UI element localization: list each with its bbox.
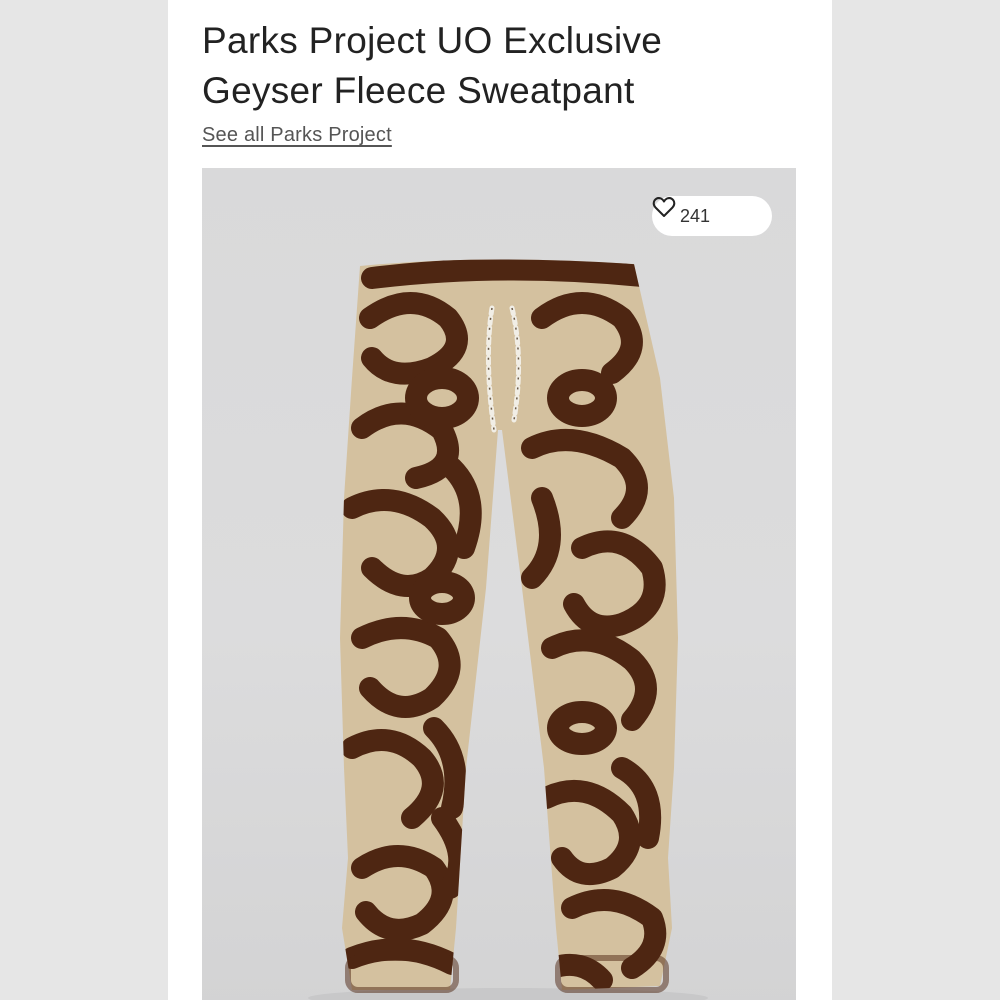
see-all-brand-link[interactable]: See all Parks Project [202,124,392,147]
heart-outline-icon [652,197,744,227]
product-page: Parks Project UO Exclusive Geyser Fleece… [168,0,832,1000]
product-title-line-1: Parks Project UO Exclusive [202,20,663,61]
right-margin [832,0,1000,1000]
sweatpant-photo [308,259,708,1000]
product-image[interactable]: 241 [202,168,796,1000]
left-margin [0,0,168,1000]
like-button[interactable]: 241 [652,196,772,236]
product-title-line-2: Geyser Fleece Sweatpant [202,70,635,111]
product-title: Parks Project UO Exclusive Geyser Fleece… [202,16,802,116]
like-count: 241 [679,205,711,226]
